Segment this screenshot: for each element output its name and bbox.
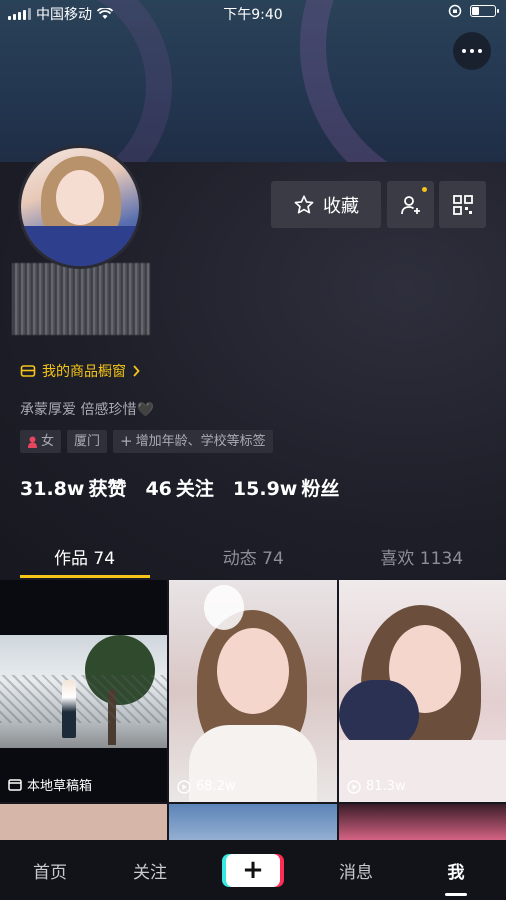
active-nav-indicator	[445, 893, 467, 896]
more-options-button[interactable]	[453, 32, 491, 70]
bottom-navigation: 首页 关注 + 消息 我	[0, 840, 506, 900]
video-tile[interactable]: 68.2w	[169, 580, 337, 802]
favorite-button[interactable]: 收藏	[271, 181, 381, 228]
favorite-button-label: 收藏	[323, 195, 359, 217]
following-stat[interactable]: 46 关注	[145, 474, 213, 501]
profile-stats: 31.8w 获赞 46 关注 15.9w 粉丝	[20, 474, 339, 501]
gender-tag: 女	[20, 430, 62, 453]
video-grid: 本地草稿箱 68.2w 81.3w	[0, 580, 506, 844]
tab-activity[interactable]: 动态 74	[169, 530, 338, 580]
nav-following[interactable]: 关注	[100, 858, 200, 883]
tab-likes[interactable]: 喜欢 1134	[338, 530, 506, 580]
draft-thumbnail	[0, 635, 167, 748]
plus-icon: +	[120, 432, 133, 450]
nav-me[interactable]: 我	[406, 858, 506, 883]
video-tile[interactable]	[339, 804, 506, 844]
content-tabs: 作品 74 动态 74 喜欢 1134	[0, 530, 506, 580]
shop-link-label: 我的商品橱窗	[42, 364, 126, 380]
nav-messages[interactable]: 消息	[306, 858, 406, 883]
play-count: 68.2w	[196, 779, 236, 794]
status-bar: 中国移动 下午9:40	[0, 0, 506, 26]
add-user-icon	[400, 195, 420, 214]
followers-stat[interactable]: 15.9w 粉丝	[233, 474, 339, 501]
play-count: 81.3w	[366, 779, 406, 794]
draft-box-icon	[8, 779, 22, 791]
shop-window-link[interactable]: 我的商品橱窗	[20, 361, 140, 381]
star-icon	[294, 194, 314, 214]
video-tile[interactable]	[0, 804, 167, 844]
tab-works[interactable]: 作品 74	[0, 530, 169, 580]
tab-active-indicator	[20, 575, 150, 578]
status-time: 下午9:40	[223, 7, 283, 23]
create-video-button[interactable]: +	[226, 853, 280, 887]
chevron-right-icon	[133, 365, 140, 377]
orientation-lock-icon	[448, 4, 462, 18]
draft-box-tile[interactable]: 本地草稿箱	[0, 580, 167, 802]
shop-icon	[20, 365, 36, 377]
nav-home[interactable]: 首页	[0, 858, 100, 883]
video-tile[interactable]	[169, 804, 337, 844]
battery-icon	[470, 5, 499, 17]
profile-tags: 女 厦门 + 增加年龄、学校等标签	[20, 430, 273, 453]
video-tile[interactable]: 81.3w	[339, 580, 506, 802]
play-icon	[177, 779, 191, 794]
add-friend-button[interactable]	[387, 181, 434, 228]
play-icon	[347, 779, 361, 794]
female-icon	[28, 436, 37, 448]
avatar[interactable]	[18, 145, 142, 269]
profile-bio: 承蒙厚爱 倍感珍惜🖤	[20, 402, 154, 418]
qr-code-button[interactable]	[439, 181, 486, 228]
qr-code-icon	[452, 194, 473, 215]
nickname-blurred	[12, 263, 150, 335]
add-tags-button[interactable]: + 增加年龄、学校等标签	[113, 430, 273, 453]
likes-stat[interactable]: 31.8w 获赞	[20, 474, 126, 501]
draft-box-label: 本地草稿箱	[27, 779, 93, 794]
plus-icon: +	[242, 855, 264, 885]
location-tag: 厦门	[67, 430, 108, 453]
notification-dot	[422, 187, 427, 192]
